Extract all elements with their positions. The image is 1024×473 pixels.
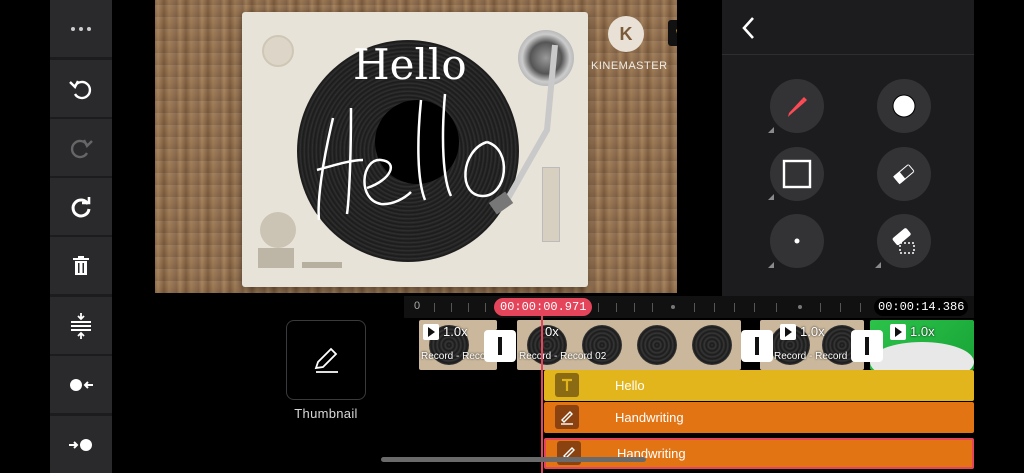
play-icon (890, 324, 906, 340)
ruler-tick (434, 303, 435, 312)
transition-button[interactable] (741, 330, 773, 362)
clip-frame (627, 320, 687, 370)
delete-button[interactable] (50, 237, 112, 294)
ruler-tick (616, 303, 617, 312)
ruler-tick (598, 303, 599, 312)
clip-speed: 0x (545, 324, 559, 339)
color-picker-button[interactable] (877, 79, 931, 133)
handwriting-icon (555, 405, 579, 429)
crown-icon (675, 29, 677, 36)
watermark-text: KINEMASTER (591, 60, 668, 72)
ruler-tick (652, 303, 653, 312)
restore-icon (71, 196, 91, 217)
transition-icon (865, 337, 869, 355)
ruler-tick (714, 303, 715, 312)
dot-icon (794, 238, 800, 244)
premium-button[interactable] (668, 20, 677, 46)
clip-frame (870, 342, 974, 370)
pen-tool-button[interactable] (770, 79, 824, 133)
clear-all-button[interactable] (877, 214, 931, 268)
handwriting-layer-track-selected[interactable]: Handwriting (544, 438, 974, 469)
panel-header (722, 0, 974, 55)
pen-options-indicator (768, 127, 774, 133)
clip-speed: 1.0x (910, 324, 935, 339)
split-layer-button[interactable] (50, 297, 112, 354)
ruler-tick (694, 303, 695, 312)
eraser-clear-icon (892, 228, 915, 254)
clip-name: Record - Reco (421, 351, 486, 362)
ruler-tick (754, 303, 755, 312)
transition-icon (755, 337, 759, 355)
transition-icon (498, 337, 502, 355)
undo-icon (69, 79, 92, 99)
undo-button[interactable] (50, 60, 112, 117)
video-preview[interactable]: Hello K KINEMASTER (155, 0, 677, 293)
record-out-button[interactable] (50, 416, 112, 473)
pen-icon (788, 97, 807, 117)
home-indicator (381, 457, 646, 462)
left-toolbar (50, 0, 112, 473)
redo-icon (70, 138, 93, 158)
record-out-icon (69, 438, 92, 451)
ruler-tick (820, 303, 821, 312)
track-label: Handwriting (615, 410, 684, 425)
video-clip[interactable]: 1.0x (870, 320, 974, 370)
shape-options-indicator (768, 194, 774, 200)
kinemaster-logo: K (608, 16, 644, 52)
transition-button[interactable] (851, 330, 883, 362)
track-label: Hello (615, 378, 645, 393)
ruler-start-label: 0 (414, 300, 421, 312)
eraser-icon (893, 164, 915, 185)
ruler-tick (451, 303, 452, 312)
ruler-tick (468, 303, 469, 312)
record-in-button[interactable] (50, 356, 112, 413)
play-icon (780, 324, 796, 340)
record-in-icon (70, 378, 93, 391)
ruler-tick (860, 303, 861, 312)
text-layer-track[interactable]: Hello (544, 370, 974, 401)
color-circle-icon (892, 94, 916, 118)
ruler-tick (485, 303, 486, 312)
clip-speed: 1.0x (800, 324, 825, 339)
ruler-tick (776, 303, 777, 312)
video-clip[interactable]: 0x Record - Record 02 (517, 320, 741, 370)
chevron-left-icon[interactable] (736, 14, 762, 42)
video-clip[interactable]: 1.0x Record - Record (760, 320, 864, 370)
thumbnail-button[interactable] (286, 320, 366, 400)
trash-icon (73, 255, 89, 275)
eraser-tool-button[interactable] (877, 147, 931, 201)
shape-tool-button[interactable] (770, 147, 824, 201)
brush-size-options-indicator (768, 262, 774, 268)
clip-frame (572, 320, 632, 370)
clip-speed: 1.0x (443, 324, 468, 339)
more-button[interactable] (50, 0, 112, 57)
handwriting-drawing[interactable] (155, 0, 677, 293)
brush-size-button[interactable] (770, 214, 824, 268)
handwriting-layer-track[interactable]: Handwriting (544, 402, 974, 433)
clip-name: Record - Record 02 (519, 351, 607, 362)
redo-button[interactable] (50, 119, 112, 176)
total-duration: 00:00:14.386 (874, 298, 969, 316)
more-icon (71, 26, 91, 31)
ruler-dot (671, 305, 675, 309)
text-icon (555, 373, 579, 397)
ruler-tick (734, 303, 735, 312)
clip-name: Record - Record (774, 351, 848, 362)
transition-button[interactable] (484, 330, 516, 362)
ruler-dot (798, 305, 802, 309)
restore-button[interactable] (50, 178, 112, 235)
current-time: 00:00:00.971 (494, 298, 593, 316)
square-icon (782, 159, 812, 189)
thumbnail-label: Thumbnail (294, 406, 358, 421)
clear-options-indicator (875, 262, 881, 268)
playhead[interactable] (541, 315, 543, 473)
pen-outline-icon (314, 347, 338, 373)
play-icon (423, 324, 439, 340)
handwriting-tools-panel (722, 0, 974, 296)
ruler-tick (634, 303, 635, 312)
split-layer-icon (71, 312, 91, 339)
clip-frame (682, 320, 741, 370)
ruler-tick (840, 303, 841, 312)
